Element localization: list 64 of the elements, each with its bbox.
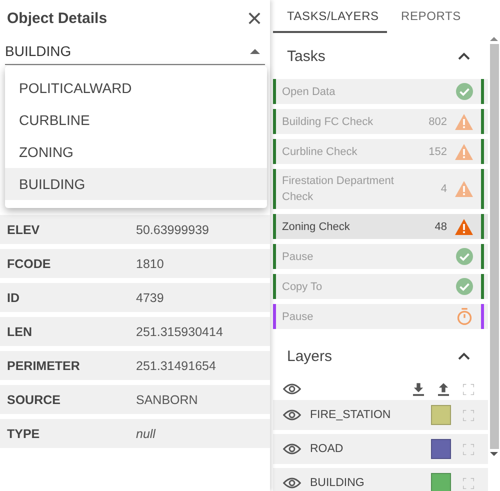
warning-icon [455,114,473,130]
warning-icon [455,218,473,234]
chevron-icon[interactable] [458,52,470,60]
attribute-name: ELEV [6,222,41,236]
stopwatch-icon [456,308,473,325]
task-label: Pause [281,310,314,324]
attribute-name: FCODE [6,256,52,270]
layer-name: BUILDING [310,477,366,489]
attribute-name: ID [6,290,20,304]
dropdown-option[interactable]: BUILDING [5,168,267,200]
upload-icon[interactable] [438,382,449,396]
task-label: Pause [281,250,314,264]
task-count: 4 [440,183,447,195]
attribute-value: 4739 [136,290,164,304]
check-circle-icon [456,83,473,100]
color-swatch[interactable] [431,439,451,459]
tab[interactable]: TASKS/LAYERS [273,0,387,33]
attribute-value: SANBORN [136,392,198,406]
task-row[interactable]: Zoning Check 48 [273,214,488,239]
attribute-value: null [136,426,156,440]
task-label: Open Data [281,84,336,100]
task-label: Zoning Check [281,220,351,234]
task-count: 802 [428,116,447,128]
attribute-name: TYPE [6,426,41,440]
attribute-value: 251.31491654 [136,358,216,372]
task-label: Copy To [281,280,324,294]
dropdown-option[interactable]: CURBLINE [5,104,267,136]
chevron-icon[interactable] [458,352,470,360]
eye-icon[interactable] [283,383,301,395]
eye-icon[interactable] [283,477,301,489]
section-title: Tasks [287,48,326,64]
layer-name: FIRE_STATION [310,409,392,421]
scroll-up-icon[interactable] [490,37,498,41]
eye-icon[interactable] [283,443,301,455]
warning-icon [455,144,473,160]
check-circle-icon [456,248,473,265]
eye-icon[interactable] [283,409,301,421]
task-count: 48 [434,220,447,232]
attribute-value: 251.315930414 [136,324,223,338]
task-label: Building FC Check [281,114,374,130]
scroll-thumb[interactable] [490,44,498,449]
task-count: 152 [428,146,447,158]
attribute-name: PERIMETER [6,358,81,372]
panel-title: Object Details [7,10,108,26]
attribute-name: SOURCE [6,392,62,406]
layer-select[interactable]: BUILDING [5,38,265,65]
task-label: Curbline Check [281,144,358,160]
dropdown-option[interactable]: ZONING [5,136,267,168]
color-swatch[interactable] [431,473,451,491]
dropdown-option[interactable]: POLITICALWARD [5,72,267,104]
attribute-value: 1810 [136,256,164,270]
scroll-down-icon[interactable] [490,452,498,456]
task-label: Firestation Department Check [281,174,395,205]
warning-icon [455,181,473,197]
download-icon[interactable] [413,382,424,396]
close-button[interactable]: × [246,7,262,29]
check-circle-icon [456,278,473,295]
color-swatch[interactable] [431,405,451,425]
section-title: Layers [287,348,332,364]
attribute-value: 50.63999939 [136,222,209,236]
layer-name: ROAD [310,443,344,455]
fullscreen-icon[interactable] [463,384,474,394]
attribute-name: LEN [6,324,33,338]
tab[interactable]: REPORTS [387,0,475,33]
